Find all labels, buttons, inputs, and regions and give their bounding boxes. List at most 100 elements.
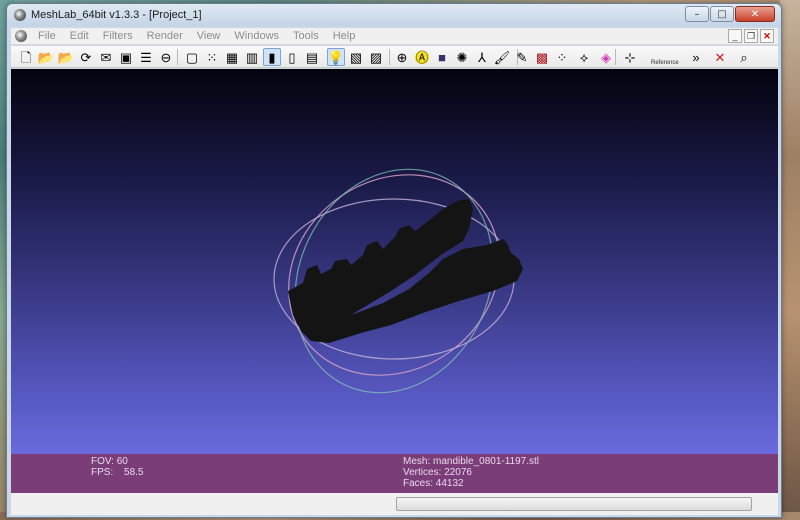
export-icon: ⊖ <box>160 49 172 65</box>
mesh-name: Mesh: mandible_0801-1197.stl <box>403 456 540 467</box>
annotation-button[interactable]: Ⓐ <box>413 48 431 66</box>
reload-button[interactable]: ⟳ <box>77 48 95 66</box>
doc-minimize-button[interactable]: _ <box>728 29 742 43</box>
bounding-box-button[interactable]: ▢ <box>183 48 201 66</box>
back-face-icon: ▨ <box>369 49 383 65</box>
layer-button[interactable]: ☰ <box>137 48 155 66</box>
new-project-icon: 🗋 <box>20 49 32 65</box>
fps-readout: FPS: 58.5 <box>91 467 143 478</box>
reference-label: Reference <box>651 60 679 66</box>
back-face-button[interactable]: ▨ <box>367 48 385 66</box>
align-button[interactable]: ⟡ <box>575 48 593 66</box>
export-button[interactable]: ⊖ <box>157 48 175 66</box>
points-icon: ⁙ <box>206 49 218 65</box>
snapshot-icon: ▣ <box>119 49 133 65</box>
color-icon: ▧ <box>349 49 363 65</box>
menu-edit[interactable]: Edit <box>63 30 96 42</box>
paint-button[interactable]: ✎ <box>513 48 531 66</box>
select-faces-icon: ▩ <box>535 49 549 65</box>
hidden-lines-button[interactable]: ▥ <box>243 48 261 66</box>
fps-value: 58.5 <box>124 467 144 478</box>
fps-label: FPS: <box>91 467 114 478</box>
center-button[interactable]: ⊕ <box>393 48 411 66</box>
viewport-canvas[interactable] <box>11 69 778 454</box>
wireframe-icon: ▦ <box>225 49 239 65</box>
toolbar-separator <box>389 49 390 65</box>
menu-render[interactable]: Render <box>140 30 190 42</box>
layer-icon: ☰ <box>140 49 152 65</box>
color-button[interactable]: ▧ <box>347 48 365 66</box>
paint-icon: ✎ <box>516 49 528 65</box>
document-icon[interactable] <box>15 30 27 42</box>
texture-button[interactable]: ▤ <box>303 48 321 66</box>
search-icon: ⌕ <box>740 49 748 65</box>
doc-close-button[interactable]: ✕ <box>760 29 774 43</box>
menu-tools[interactable]: Tools <box>286 30 326 42</box>
quality-button[interactable]: ■ <box>433 48 451 66</box>
more-tools-icon: » <box>692 49 700 65</box>
render-button[interactable]: ✺ <box>453 48 471 66</box>
maximize-button[interactable]: □ <box>710 6 734 22</box>
axis-button[interactable]: ⅄ <box>473 48 491 66</box>
new-project-button[interactable]: 🗋 <box>17 48 35 66</box>
minimize-icon: – <box>694 8 700 20</box>
open-project-icon: 📂 <box>37 49 55 65</box>
reference-icon: ⊹ <box>624 49 636 65</box>
doc-restore-button[interactable]: ❐ <box>744 29 758 43</box>
texture-icon: ▤ <box>305 49 319 65</box>
brush-icon: 🖌 <box>493 49 511 65</box>
smooth-shading-button[interactable]: ▯ <box>283 48 301 66</box>
meshlab-window: MeshLab_64bit v1.3.3 - [Project_1] – □ ✕… <box>6 3 782 518</box>
menu-windows[interactable]: Windows <box>227 30 286 42</box>
save-snapshot-button[interactable]: ✉ <box>97 48 115 66</box>
desktop-background-right <box>780 0 800 520</box>
open-project-button[interactable]: 📂 <box>37 48 55 66</box>
fov-value: 60 <box>116 456 128 467</box>
quality-icon: ■ <box>438 49 446 65</box>
more-tools-button[interactable]: » <box>687 48 705 66</box>
menu-filters[interactable]: Filters <box>96 30 140 42</box>
menu-view[interactable]: View <box>190 30 228 42</box>
align-icon: ⟡ <box>579 49 589 65</box>
brush-button[interactable]: 🖌 <box>493 48 511 66</box>
fov-readout: FOV: 60 <box>91 456 128 467</box>
minimize-button[interactable]: – <box>685 6 709 22</box>
reload-icon: ⟳ <box>80 49 92 65</box>
select-faces-button[interactable]: ▩ <box>533 48 551 66</box>
menu-file[interactable]: File <box>31 30 63 42</box>
smooth-shading-icon: ▯ <box>288 49 296 65</box>
close-button[interactable]: ✕ <box>735 6 775 22</box>
wireframe-button[interactable]: ▦ <box>223 48 241 66</box>
window-controls: – □ ✕ <box>685 6 775 22</box>
bounding-box-icon: ▢ <box>185 49 199 65</box>
light-button[interactable]: 💡 <box>327 48 345 66</box>
3d-viewport[interactable] <box>11 69 778 454</box>
meshlab-app-icon[interactable] <box>14 9 26 21</box>
annotation-icon: Ⓐ <box>415 49 429 65</box>
render-icon: ✺ <box>456 49 468 65</box>
reference-button[interactable]: ⊹ <box>621 48 639 66</box>
center-icon: ⊕ <box>396 49 408 65</box>
delete-button[interactable]: ✕ <box>711 48 729 66</box>
flat-shading-icon: ▮ <box>268 49 276 65</box>
save-snapshot-icon: ✉ <box>100 49 112 65</box>
menu-help[interactable]: Help <box>326 30 363 42</box>
faces-count: Faces: 44132 <box>403 478 464 489</box>
progress-bar <box>396 497 752 511</box>
title-bar[interactable]: MeshLab_64bit v1.3.3 - [Project_1] – □ ✕ <box>7 4 781 26</box>
toolbar-separator <box>615 49 616 65</box>
vertices-count: Vertices: 22076 <box>403 467 472 478</box>
select-vertices-button[interactable]: ⁘ <box>553 48 571 66</box>
snapshot-button[interactable]: ▣ <box>117 48 135 66</box>
color-map-button[interactable]: ◈ <box>597 48 615 66</box>
flat-shading-button[interactable]: ▮ <box>263 48 281 66</box>
import-mesh-button[interactable]: 📂 <box>57 48 75 66</box>
light-icon: 💡 <box>327 49 345 65</box>
search-button[interactable]: ⌕ <box>735 48 753 66</box>
mandible-mesh[interactable] <box>288 199 523 343</box>
menu-bar: File Edit Filters Render View Windows To… <box>11 28 778 45</box>
status-bar <box>11 493 778 515</box>
select-vertices-icon: ⁘ <box>556 49 568 65</box>
points-button[interactable]: ⁙ <box>203 48 221 66</box>
window-title: MeshLab_64bit v1.3.3 - [Project_1] <box>31 9 202 21</box>
